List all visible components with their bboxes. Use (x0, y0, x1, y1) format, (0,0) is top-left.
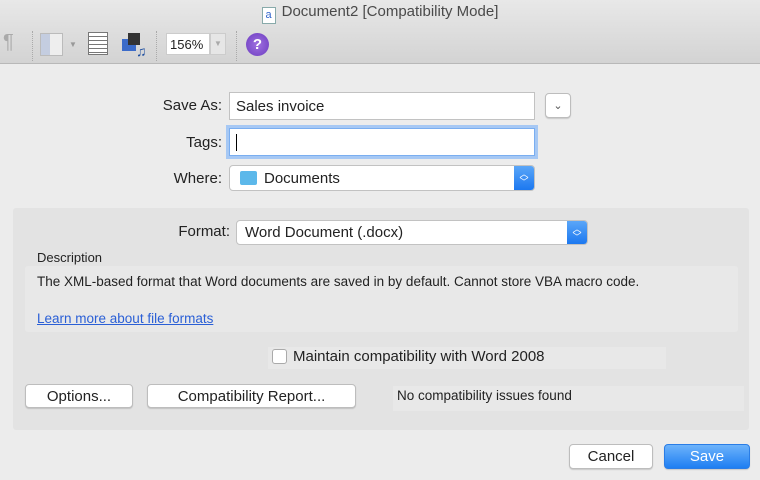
media-browser-icon[interactable]: ♫ (122, 33, 147, 59)
compatibility-report-button[interactable]: Compatibility Report... (147, 384, 356, 408)
expand-chevron-button[interactable]: ⌄ (545, 93, 571, 118)
toolbar-separator (156, 31, 157, 61)
where-popup[interactable]: Documents ︿ ﹀ (229, 165, 535, 191)
title-toolbar-area: a Document2 [Compatibility Mode] ¶ ▼ ♫ 15… (0, 0, 760, 64)
save-as-label: Save As: (162, 97, 222, 114)
pilcrow-icon[interactable]: ¶ (3, 31, 14, 54)
help-icon[interactable]: ? (246, 33, 269, 56)
toolbar-separator (32, 31, 33, 61)
window-title-text: Document2 [Compatibility Mode] (281, 3, 499, 20)
tags-label: Tags: (186, 134, 222, 151)
where-label: Where: (173, 170, 222, 187)
description-text: The XML-based format that Word documents… (37, 274, 640, 289)
text-cursor (236, 133, 237, 151)
learn-more-link[interactable]: Learn more about file formats (37, 311, 213, 326)
compat-checkbox-label[interactable]: Maintain compatibility with Word 2008 (293, 348, 545, 365)
save-as-input[interactable]: Sales invoice (229, 92, 535, 120)
folder-icon (240, 171, 257, 185)
format-popup[interactable]: Word Document (.docx) ︿ ﹀ (236, 220, 588, 245)
layout-view-icon[interactable] (40, 33, 63, 56)
stepper-icon: ︿ ﹀ (514, 166, 534, 190)
compat-checkbox[interactable] (272, 349, 287, 364)
save-button[interactable]: Save (664, 444, 750, 469)
format-label: Format: (178, 223, 230, 240)
tags-input[interactable] (229, 128, 535, 156)
cancel-button[interactable]: Cancel (569, 444, 653, 469)
window-title: a Document2 [Compatibility Mode] (0, 3, 760, 24)
zoom-input[interactable]: 156% (166, 33, 210, 55)
zoom-dropdown-button[interactable]: ▼ (210, 33, 226, 55)
document-icon: a (261, 7, 276, 24)
toolbar-separator (236, 31, 237, 61)
compat-status: No compatibility issues found (397, 388, 572, 403)
where-value: Documents (264, 169, 340, 187)
format-value: Word Document (.docx) (245, 224, 404, 241)
chevron-down-icon: ⌄ (553, 100, 563, 112)
description-label: Description (37, 250, 103, 265)
sidebar-view-icon[interactable] (88, 32, 108, 55)
chevron-down-icon[interactable]: ▼ (69, 40, 77, 49)
options-button[interactable]: Options... (25, 384, 133, 408)
stepper-icon: ︿ ﹀ (567, 221, 587, 244)
